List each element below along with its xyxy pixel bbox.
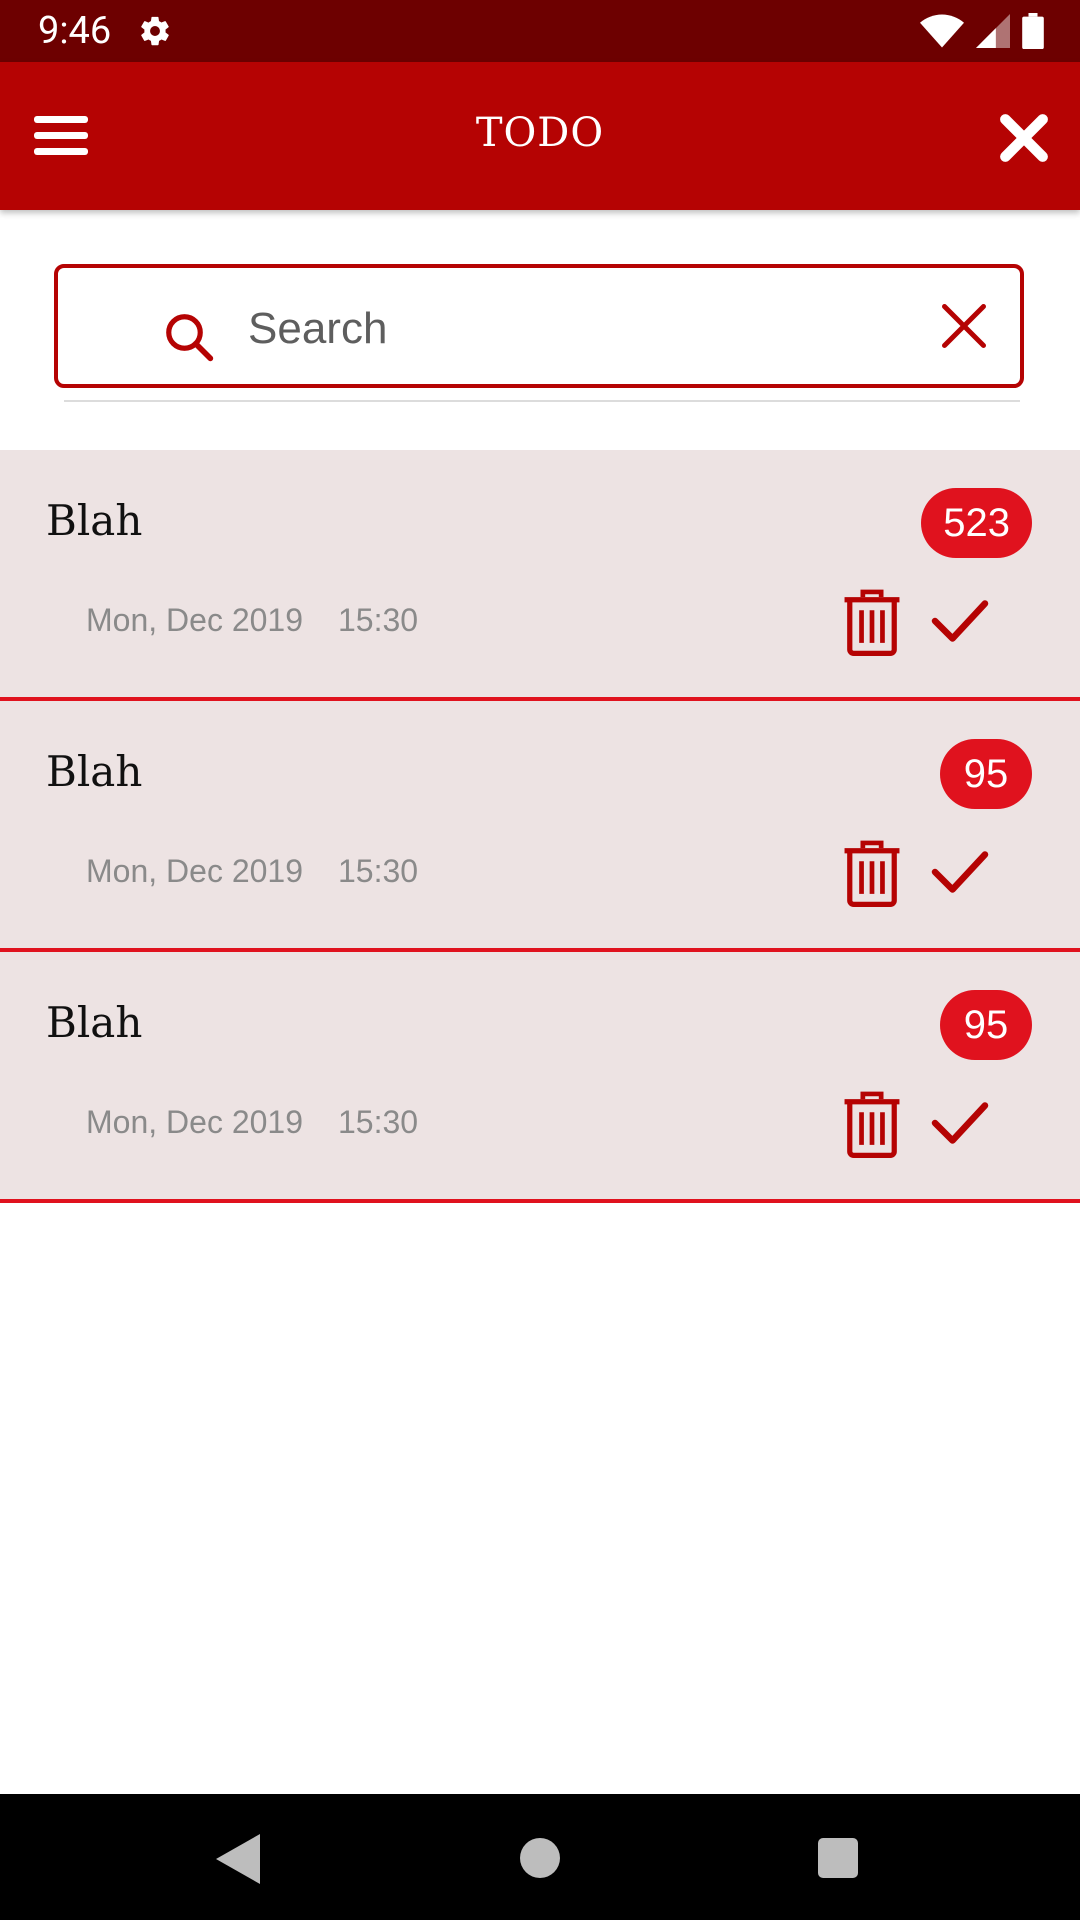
app-bar: TODO: [0, 62, 1080, 210]
home-icon[interactable]: [520, 1838, 560, 1878]
page-title: TODO: [475, 110, 605, 156]
trash-icon[interactable]: [840, 588, 904, 656]
count-badge: 523: [921, 488, 1032, 558]
item-date: Mon, Dec 2019: [86, 1104, 304, 1140]
check-icon[interactable]: [930, 845, 990, 899]
trash-icon[interactable]: [840, 1090, 904, 1158]
count-badge: 95: [940, 739, 1032, 809]
search-box: [54, 264, 1024, 388]
item-date: Mon, Dec 2019: [86, 602, 304, 638]
search-input[interactable]: [246, 290, 910, 368]
navigation-bar: [0, 1794, 1080, 1920]
item-title: Blah: [46, 496, 143, 545]
item-time: 15:30: [338, 602, 419, 638]
item-date: Mon, Dec 2019: [86, 853, 304, 889]
status-icons: [920, 12, 1044, 50]
item-title: Blah: [46, 747, 143, 796]
settings-gear-icon: [141, 16, 169, 46]
list-item[interactable]: Blah 95 Mon, Dec 2019 15:30: [0, 952, 1080, 1203]
check-icon[interactable]: [930, 1096, 990, 1150]
list-item[interactable]: Blah 95 Mon, Dec 2019 15:30: [0, 701, 1080, 952]
todo-list: Blah 523 Mon, Dec 2019 15:30 Blah 95 Mon…: [0, 450, 1080, 1203]
status-bar: 9:46: [0, 0, 1080, 62]
item-title: Blah: [46, 998, 143, 1047]
search-icon: [166, 314, 214, 362]
check-icon[interactable]: [930, 594, 990, 648]
recents-icon[interactable]: [818, 1838, 858, 1878]
search-divider: [64, 400, 1020, 402]
item-time: 15:30: [338, 1104, 419, 1140]
list-item[interactable]: Blah 523 Mon, Dec 2019 15:30: [0, 450, 1080, 701]
wifi-icon: [920, 14, 964, 48]
clear-x-icon[interactable]: [938, 300, 990, 352]
battery-icon: [1022, 13, 1044, 49]
status-time: 9:46: [38, 9, 112, 53]
close-x-icon[interactable]: [996, 110, 1052, 166]
back-icon[interactable]: [216, 1834, 260, 1884]
item-time: 15:30: [338, 853, 419, 889]
count-badge: 95: [940, 990, 1032, 1060]
cellular-signal-icon: [976, 14, 1010, 48]
trash-icon[interactable]: [840, 839, 904, 907]
